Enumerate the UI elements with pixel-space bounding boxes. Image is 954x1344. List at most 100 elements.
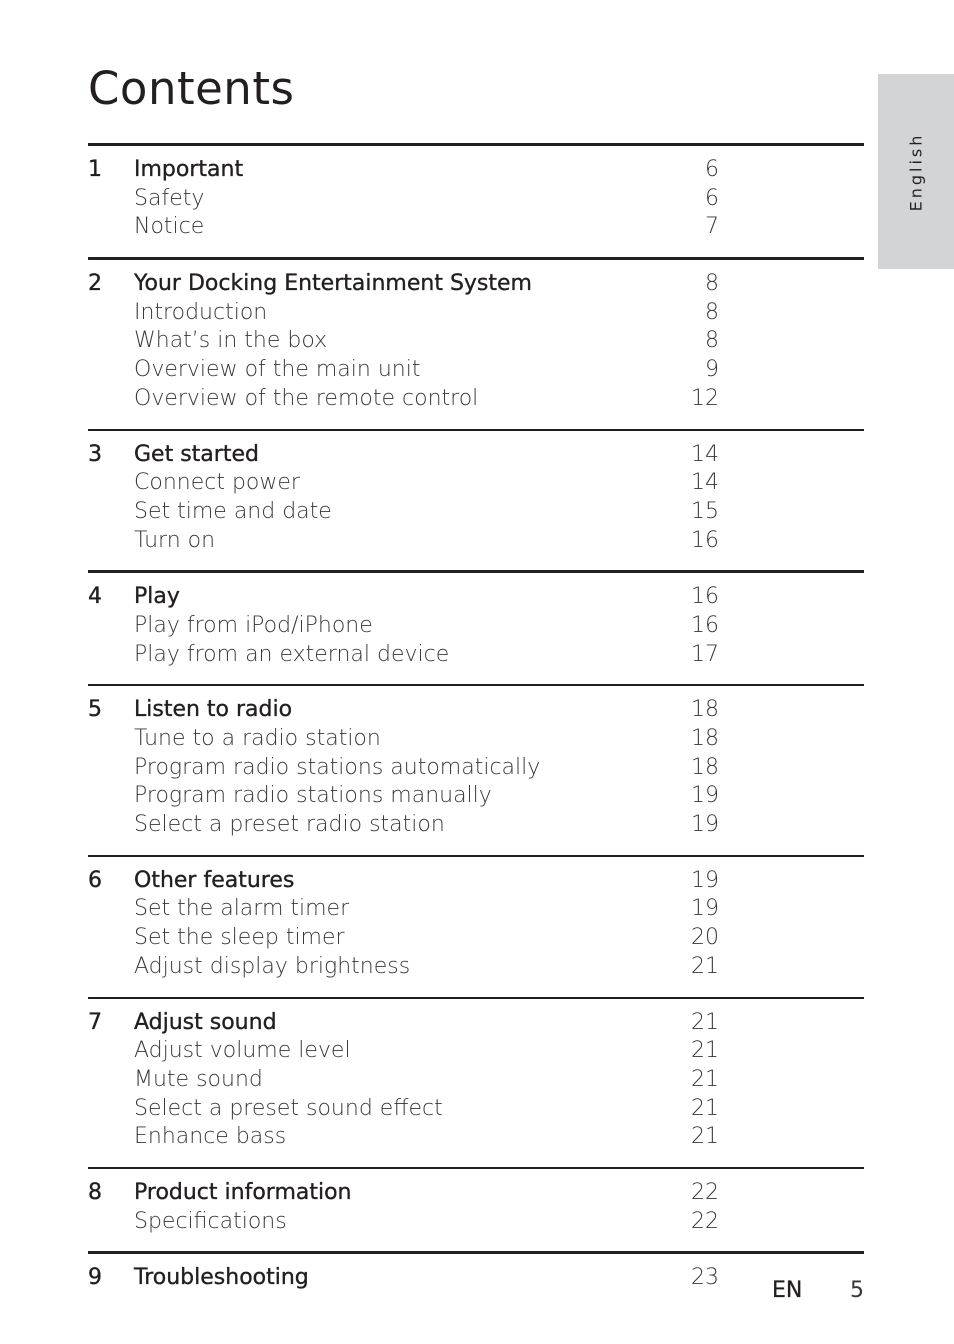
toc-section: 8 Product information 22 Specifications 22 <box>88 1166 864 1251</box>
toc-section: 9 Troubleshooting 23 <box>88 1251 864 1308</box>
toc-subentry-title[interactable]: Program radio stations automatically <box>134 754 608 783</box>
toc-subentry[interactable]: Set the alarm timer 19 <box>88 895 864 924</box>
toc-subentry-title[interactable]: Set time and date <box>134 498 608 527</box>
toc-page-number: 17 <box>691 641 719 667</box>
toc-subentry-title[interactable]: Program radio stations manually <box>134 782 608 811</box>
toc-subentry[interactable]: Set time and date 15 <box>88 498 864 527</box>
toc-subentry[interactable]: Introduction 8 <box>88 299 864 328</box>
toc-page-number: 21 <box>691 1124 719 1150</box>
toc-section: 1 Important 6 Safety 6 Notice 7 <box>88 143 864 257</box>
toc-page-number: 16 <box>691 584 719 610</box>
toc-subentry-title[interactable]: Turn on <box>134 527 608 556</box>
toc-subentry[interactable]: Notice 7 <box>88 213 864 242</box>
toc-chapter-entry[interactable]: 8 Product information 22 <box>88 1179 864 1208</box>
toc-chapter-entry[interactable]: 6 Other features 19 <box>88 867 864 896</box>
toc-chapter-entry[interactable]: 7 Adjust sound 21 <box>88 1009 864 1038</box>
toc-chapter-title[interactable]: Play <box>134 583 608 612</box>
toc-chapter-number: 7 <box>88 1009 102 1035</box>
toc-chapter-title[interactable]: Other features <box>134 867 608 896</box>
toc-subentry-title[interactable]: Notice <box>134 213 608 242</box>
toc-chapter-title[interactable]: Product information <box>134 1179 608 1208</box>
toc-subentry-title[interactable]: Safety <box>134 185 608 214</box>
toc-page-number: 18 <box>691 754 719 780</box>
toc-page-number: 21 <box>691 1009 719 1035</box>
toc-chapter-title[interactable]: Important <box>134 156 608 185</box>
toc-chapter-entry[interactable]: 5 Listen to radio 18 <box>88 696 864 725</box>
toc-page-number: 19 <box>691 812 719 838</box>
toc-subentry-title[interactable]: Select a preset sound effect <box>134 1095 608 1124</box>
toc-subentry[interactable]: Play from iPod/iPhone 16 <box>88 612 864 641</box>
toc-chapter-number: 9 <box>88 1265 102 1291</box>
toc-subentry-title[interactable]: Play from iPod/iPhone <box>134 612 608 641</box>
toc-chapter-entry[interactable]: 4 Play 16 <box>88 583 864 612</box>
toc-page-number: 22 <box>691 1208 719 1234</box>
toc-chapter-entry[interactable]: 3 Get started 14 <box>88 441 864 470</box>
toc-page-number: 8 <box>705 328 719 354</box>
toc-page-number: 6 <box>705 185 719 211</box>
toc-page-number: 21 <box>691 1066 719 1092</box>
toc-chapter-title[interactable]: Your Docking Entertainment System <box>134 270 608 299</box>
toc-chapter-entry[interactable]: 9 Troubleshooting 23 <box>88 1264 864 1293</box>
toc-subentry-title[interactable]: Set the sleep timer <box>134 924 608 953</box>
toc-page-number: 22 <box>691 1179 719 1205</box>
toc-subentry-title[interactable]: What’s in the box <box>134 327 608 356</box>
toc-subentry[interactable]: Set the sleep timer 20 <box>88 924 864 953</box>
toc-subentry-title[interactable]: Adjust display brightness <box>134 953 608 982</box>
toc-section: 7 Adjust sound 21 Adjust volume level 21 Mute… <box>88 996 864 1167</box>
toc-page-number: 9 <box>705 357 719 383</box>
toc-subentry[interactable]: Tune to a radio station 18 <box>88 725 864 754</box>
toc-page-number: 23 <box>691 1265 719 1291</box>
toc-subentry[interactable]: Mute sound 21 <box>88 1066 864 1095</box>
toc-chapter-title[interactable]: Get started <box>134 441 608 470</box>
toc-page-number: 21 <box>691 953 719 979</box>
toc-section: 4 Play 16 Play from iPod/iPhone 16 Play from … <box>88 570 864 684</box>
toc-subentry[interactable]: Adjust volume level 21 <box>88 1037 864 1066</box>
toc-subentry[interactable]: Program radio stations manually 19 <box>88 782 864 811</box>
toc-page-number: 6 <box>705 157 719 182</box>
toc-chapter-number: 2 <box>88 271 102 297</box>
toc-subentry[interactable]: Enhance bass 21 <box>88 1123 864 1152</box>
toc-subentry[interactable]: Select a preset sound effect 21 <box>88 1095 864 1124</box>
toc-subentry[interactable]: Program radio stations automatically 18 <box>88 754 864 783</box>
toc-page-number: 21 <box>691 1038 719 1064</box>
toc-chapter-entry[interactable]: 1 Important 6 <box>88 156 864 185</box>
toc-subentry-title[interactable]: Connect power <box>134 469 608 498</box>
toc-subentry-title[interactable]: Set the alarm timer <box>134 895 608 924</box>
toc-subentry[interactable]: Overview of the main unit 9 <box>88 356 864 385</box>
toc-subentry-title[interactable]: Adjust volume level <box>134 1037 608 1066</box>
toc-subentry-title[interactable]: Overview of the remote control <box>134 385 608 414</box>
toc-chapter-title[interactable]: Listen to radio <box>134 696 608 725</box>
toc-subentry[interactable]: What’s in the box 8 <box>88 327 864 356</box>
toc-subentry[interactable]: Turn on 16 <box>88 527 864 556</box>
toc-subentry[interactable]: Play from an external device 17 <box>88 641 864 670</box>
toc-subentry-title[interactable]: Select a preset radio station <box>134 811 608 840</box>
toc-chapter-number: 5 <box>88 697 102 723</box>
toc-subentry-title[interactable]: Mute sound <box>134 1066 608 1095</box>
language-tab: English <box>878 74 954 269</box>
toc-page-number: 19 <box>691 896 719 922</box>
toc-subentry-title[interactable]: Introduction <box>134 299 608 328</box>
toc-page-number: 8 <box>705 299 719 325</box>
toc-subentry-title[interactable]: Overview of the main unit <box>134 356 608 385</box>
toc-subentry[interactable]: Adjust display brightness 21 <box>88 953 864 982</box>
toc-section: 2 Your Docking Entertainment System 8 Intro… <box>88 257 864 428</box>
toc-subentry[interactable]: Connect power 14 <box>88 469 864 498</box>
toc-subentry-title[interactable]: Enhance bass <box>134 1123 608 1152</box>
toc-chapter-number: 8 <box>88 1179 102 1205</box>
toc-chapter-number: 4 <box>88 584 102 610</box>
toc-chapter-title[interactable]: Troubleshooting <box>134 1264 608 1293</box>
toc-subentry[interactable]: Safety 6 <box>88 185 864 214</box>
toc-page-number: 18 <box>691 697 719 723</box>
toc-chapter-entry[interactable]: 2 Your Docking Entertainment System 8 <box>88 270 864 299</box>
toc-subentry[interactable]: Specifications 22 <box>88 1208 864 1237</box>
toc-subentry[interactable]: Overview of the remote control 12 <box>88 385 864 414</box>
toc-page-number: 14 <box>691 470 719 496</box>
toc-page-number: 8 <box>705 271 719 297</box>
toc-subentry-title[interactable]: Play from an external device <box>134 641 608 670</box>
toc-page-number: 16 <box>691 612 719 638</box>
toc-subentry-title[interactable]: Tune to a radio station <box>134 725 608 754</box>
toc-chapter-title[interactable]: Adjust sound <box>134 1009 608 1038</box>
toc-subentry[interactable]: Select a preset radio station 19 <box>88 811 864 840</box>
toc-section: 6 Other features 19 Set the alarm timer 19 Se… <box>88 854 864 997</box>
toc-subentry-title[interactable]: Specifications <box>134 1208 608 1237</box>
